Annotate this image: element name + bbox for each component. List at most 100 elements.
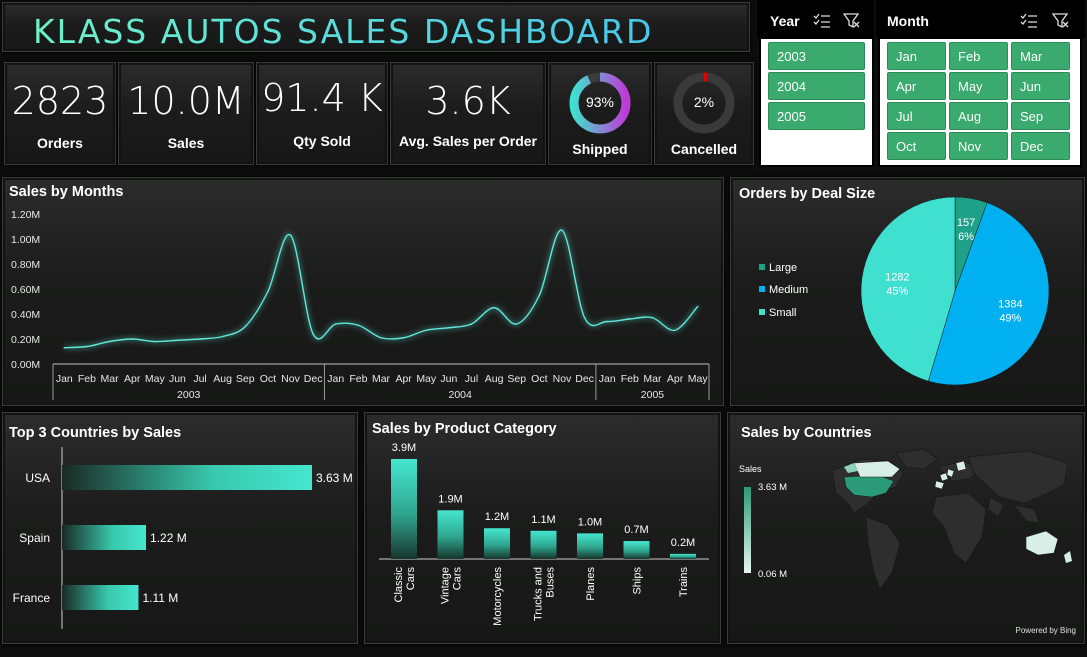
x-tick-label: Aug xyxy=(485,373,504,385)
dashboard-title: KLASS AUTOS SALES DASHBOARD xyxy=(33,12,654,51)
year-group-label: 2005 xyxy=(641,389,665,401)
multi-select-icon[interactable] xyxy=(1020,12,1038,30)
month-button-dec[interactable]: Dec xyxy=(1011,132,1070,160)
sales-point xyxy=(515,323,518,325)
category-value-label: 1.9M xyxy=(438,493,462,505)
sales-point xyxy=(357,324,360,327)
country-label: Spain xyxy=(19,531,50,545)
category-bar xyxy=(530,530,557,559)
x-tick-label: Feb xyxy=(621,373,639,385)
country-bar xyxy=(62,525,147,550)
year-button-2003[interactable]: 2003 xyxy=(768,42,865,70)
x-tick-label: Sep xyxy=(236,373,255,385)
x-tick-label: Jul xyxy=(193,373,206,385)
country-value-label: 3.63 M xyxy=(316,471,353,485)
pie-label-value: 1282 xyxy=(885,272,909,284)
category-label-line: Ships xyxy=(632,567,644,595)
month-button-nov[interactable]: Nov xyxy=(949,132,1008,160)
month-button-may[interactable]: May xyxy=(949,72,1008,100)
category-bar xyxy=(391,459,417,559)
month-button-sep[interactable]: Sep xyxy=(1011,102,1070,130)
x-tick-label: May xyxy=(416,373,437,385)
cancelled-donut: 2% xyxy=(672,71,736,135)
multi-select-icon[interactable] xyxy=(813,12,831,30)
x-tick-label: Nov xyxy=(553,373,572,385)
x-tick-label: Dec xyxy=(304,373,323,385)
sales-line xyxy=(64,229,699,349)
y-tick-label: 0.40M xyxy=(11,309,40,321)
kpi-sales-card: 10.0M Sales xyxy=(118,62,254,165)
sales-point xyxy=(538,294,541,297)
category-label-line: Planes xyxy=(585,567,597,601)
x-tick-label: Oct xyxy=(260,373,276,385)
sales-countries-panel: Sales by Countries Sales 3.63 M 0.06 M P… xyxy=(727,412,1085,644)
month-button-jun[interactable]: Jun xyxy=(1011,72,1070,100)
category-label: Classic Cars xyxy=(393,567,417,603)
category-label-line: Vintage xyxy=(440,567,452,604)
month-button-apr[interactable]: Apr xyxy=(887,72,946,100)
category-label: Motorcycles xyxy=(492,567,504,626)
x-tick-label: Mar xyxy=(372,373,391,385)
world-map xyxy=(831,448,1072,590)
month-button-aug[interactable]: Aug xyxy=(949,102,1008,130)
sales-point xyxy=(244,325,247,328)
sales-point xyxy=(448,326,450,329)
sales-point xyxy=(153,340,156,343)
month-slicer-title: Month xyxy=(887,13,929,29)
shipped-donut-value: 93% xyxy=(585,94,615,110)
x-tick-label: Dec xyxy=(575,373,594,385)
kpi-qty-value: 91.4 K xyxy=(261,76,383,120)
kpi-cancelled-card: 2% Cancelled xyxy=(654,62,754,165)
category-bar xyxy=(484,528,510,559)
category-label: Trucks and Buses xyxy=(533,567,557,622)
month-button-feb[interactable]: Feb xyxy=(949,42,1008,70)
category-label-line: Motorcycles xyxy=(492,567,504,626)
category-label-line: Classic xyxy=(393,567,405,603)
sales-point xyxy=(380,336,382,339)
country-bar xyxy=(62,585,139,610)
x-tick-label: Apr xyxy=(124,373,141,385)
y-tick-label: 0.00M xyxy=(11,359,40,371)
sales-by-months-panel: Sales by Months 0.00M 0.20M 0.40M 0.60M 0.80… xyxy=(2,177,724,406)
sales-point xyxy=(63,346,66,349)
year-slicer-title: Year xyxy=(770,13,800,29)
month-button-jan[interactable]: Jan xyxy=(887,42,946,70)
x-tick-label: Jan xyxy=(56,373,73,385)
month-slicer: Jan Feb Mar Apr May Jun Jul Aug Sep Oct Nov Dec xyxy=(878,37,1082,167)
pie-label-pct: 49% xyxy=(999,312,1021,324)
pie-label-pct: 6% xyxy=(958,231,974,243)
month-button-mar[interactable]: Mar xyxy=(1011,42,1070,70)
year-button-2005[interactable]: 2005 xyxy=(768,102,865,130)
year-group-label: 2004 xyxy=(448,389,472,401)
clear-filter-icon[interactable] xyxy=(1052,12,1070,30)
category-bar xyxy=(623,541,650,559)
category-label-line: Trains xyxy=(678,567,690,598)
sales-point xyxy=(334,323,337,325)
sales-by-months-chart: 0.00M 0.20M 0.40M 0.60M 0.80M 1.00M 1.20M 2003 2… xyxy=(11,209,710,401)
kpi-orders-label: Orders xyxy=(37,135,83,151)
sales-point xyxy=(425,329,428,332)
category-label: Planes xyxy=(585,567,597,601)
sales-point xyxy=(176,339,179,342)
sales-point xyxy=(312,333,314,335)
month-button-jul[interactable]: Jul xyxy=(887,102,946,130)
category-bar xyxy=(670,553,696,559)
year-slicer-header: Year xyxy=(757,0,874,38)
year-button-2004[interactable]: 2004 xyxy=(768,72,865,100)
pie-label-value: 157 xyxy=(957,217,975,229)
kpi-avg-card: 3.6K Avg. Sales per Order xyxy=(390,62,546,165)
month-button-oct[interactable]: Oct xyxy=(887,132,946,160)
map-highlight-new-zealand xyxy=(1064,551,1072,563)
category-value-label: 1.0M xyxy=(578,516,602,528)
clear-filter-icon[interactable] xyxy=(843,12,861,30)
x-tick-label: Nov xyxy=(281,373,300,385)
x-tick-label: Jun xyxy=(440,373,457,385)
x-tick-label: Feb xyxy=(78,373,96,385)
sales-point xyxy=(493,306,495,309)
x-tick-label: Sep xyxy=(507,373,526,385)
country-label: France xyxy=(13,591,51,605)
bing-credit: Powered by Bing xyxy=(1015,626,1076,635)
sales-point xyxy=(651,316,654,319)
category-bar xyxy=(437,510,464,559)
title-banner: KLASS AUTOS SALES DASHBOARD xyxy=(2,2,750,52)
